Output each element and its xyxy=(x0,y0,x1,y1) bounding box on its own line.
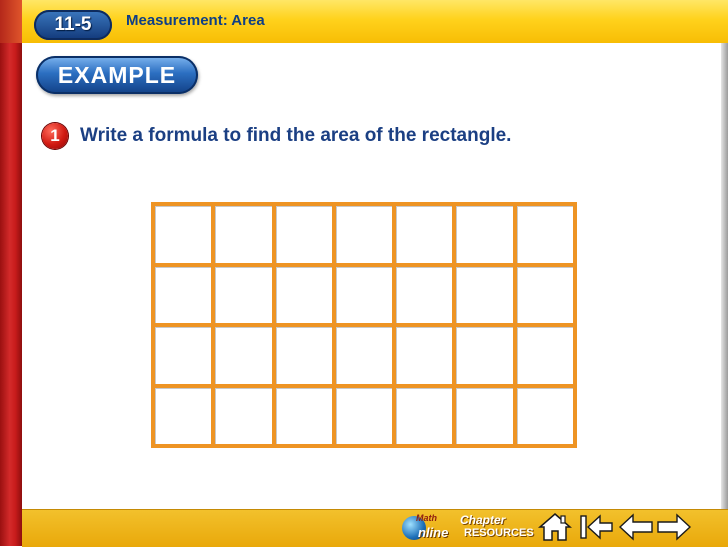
next-slide-icon[interactable] xyxy=(656,512,692,542)
chapter-resources-button[interactable]: Chapter RESOURCES xyxy=(458,513,534,543)
grid-cell xyxy=(456,206,513,263)
previous-slide-icon[interactable] xyxy=(618,512,654,542)
left-side-bar xyxy=(0,43,22,546)
question-number-badge: 1 xyxy=(42,123,68,149)
question-text: Write a formula to find the area of the … xyxy=(80,125,512,146)
grid-cell xyxy=(516,327,573,384)
lesson-number-badge: 11-5 xyxy=(34,10,112,40)
grid-cell xyxy=(335,206,393,263)
chapter-resources-label-top: Chapter xyxy=(460,513,506,527)
grid-cell xyxy=(155,206,212,263)
math-online-label-top: Math xyxy=(416,513,437,523)
grid-cell xyxy=(335,387,393,444)
grid-cell xyxy=(215,327,272,384)
grid-cell xyxy=(396,327,453,384)
grid-cell xyxy=(275,327,332,384)
first-slide-icon[interactable] xyxy=(578,512,614,542)
math-online-button[interactable]: Math nline xyxy=(400,513,452,543)
grid-cell xyxy=(215,206,272,263)
header-corner xyxy=(0,0,22,43)
chapter-resources-label-bottom: RESOURCES xyxy=(464,527,534,539)
math-online-label-bottom: nline xyxy=(418,525,449,540)
right-border xyxy=(721,43,728,543)
grid-cell xyxy=(215,387,272,444)
grid-cell xyxy=(335,266,393,323)
grid-cell xyxy=(516,206,573,263)
example-label: EXAMPLE xyxy=(36,56,198,94)
grid-cell xyxy=(275,266,332,323)
grid-cell xyxy=(155,266,212,323)
grid-cell xyxy=(155,387,212,444)
grid-cell xyxy=(456,387,513,444)
grid-cell xyxy=(456,266,513,323)
grid-cell xyxy=(215,266,272,323)
home-icon[interactable] xyxy=(538,512,572,542)
grid-cell xyxy=(396,387,453,444)
grid-cell xyxy=(456,327,513,384)
grid-cell xyxy=(155,327,212,384)
grid-cell xyxy=(275,387,332,444)
grid-cell xyxy=(335,327,393,384)
rectangle-grid xyxy=(151,202,577,448)
grid-cell xyxy=(275,206,332,263)
grid-cell xyxy=(516,387,573,444)
grid-cell xyxy=(396,206,453,263)
grid-cell xyxy=(396,266,453,323)
grid-cell xyxy=(516,266,573,323)
lesson-title: Measurement: Area xyxy=(126,12,265,29)
